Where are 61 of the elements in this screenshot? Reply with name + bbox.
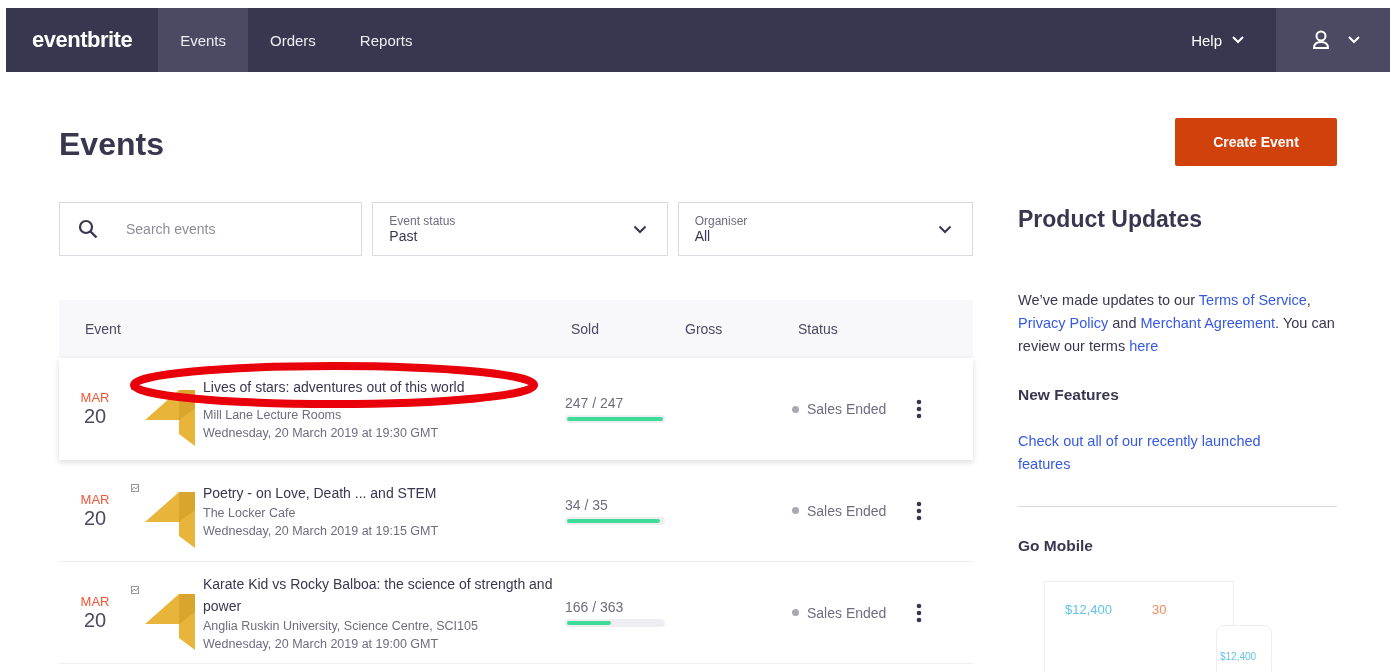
nav-tab[interactable]: Events [158,8,248,72]
event-month: MAR [80,491,110,507]
status-dot-icon [792,507,799,514]
filter-dropdown[interactable]: Event status Past [372,202,668,256]
user-icon [1312,30,1330,50]
eventbrite-logo[interactable]: eventbrite [6,8,159,72]
event-row[interactable]: MAR 20 Lives of stars: adventures out of this world Mill Lane Lecture Rooms Wednesday, 20 March 2019 at 19:30 GMT 247 / 247 Sales Ended [59,358,973,460]
sales-figure: $12,400 [1065,602,1112,618]
updates-paragraph: We’ve made updates to our Terms of Service, Privacy Policy and Merchant Agreement. You can review our terms here [1018,291,1336,356]
more-options-icon[interactable] [916,602,922,623]
event-month: MAR [80,390,110,405]
search-icon [78,219,98,239]
nav-tab[interactable]: Orders [248,8,338,72]
chevron-down-icon [1232,36,1244,44]
search-field[interactable]: Search events [59,202,363,256]
count-figure: 30 [1152,602,1167,618]
more-options-icon[interactable] [916,399,922,419]
event-venue: Anglia Ruskin University, Science Centre, SCI105 [203,617,479,635]
features-link[interactable]: Check out all of our recently launched features [1018,430,1298,476]
text-link[interactable]: Privacy Policy [1018,315,1109,331]
more-options-icon[interactable] [916,500,922,521]
status-dot-icon [792,405,799,413]
sales-figure: $12,400 [1220,651,1257,662]
status-dot-icon [792,609,799,616]
event-venue: Mill Lane Lecture Rooms [203,407,343,424]
section-heading: Go Mobile [1018,537,1094,555]
event-day: 20 [83,506,107,530]
filter-dropdown[interactable]: Organiser All [677,202,973,256]
column-header: Status [798,321,838,337]
page-title: Events [59,125,165,164]
event-day: 20 [83,608,107,632]
text-link[interactable]: here [1129,338,1159,354]
column-header: Event [85,321,122,337]
nav-tab[interactable]: Reports [337,8,435,72]
event-date: Wednesday, 20 March 2019 at 19:00 GMT [203,635,440,653]
section-heading: New Features [1018,386,1120,404]
event-row[interactable]: MAR 20 Karate Kid vs Rocky Balboa: the science of strength and power Anglia Ruskin University, Science Centre, SCI105 Wednesday, 20 March 2019 at 19:00 GMT 166 / 363 Sales Ended [59,562,973,664]
event-status: Sales Ended [807,502,887,519]
sold-count: 247 / 247 [565,395,625,411]
help-menu[interactable]: Help [1171,8,1276,72]
event-row[interactable]: MAR 20 Poetry - on Love, Death ... and STEM The Locker Cafe Wednesday, 20 March 2019 at 19:15 GMT 34 / 35 Sales Ended [59,460,973,562]
event-date: Wednesday, 20 March 2019 at 19:15 GMT [203,522,440,540]
event-date: Wednesday, 20 March 2019 at 19:30 GMT [203,425,440,442]
event-venue: The Locker Cafe [203,504,297,522]
account-menu[interactable] [1276,8,1390,72]
event-day: 20 [83,405,107,428]
event-title[interactable]: Karate Kid vs Rocky Balboa: the science of strength and power [203,572,565,617]
column-header: Sold [571,321,601,337]
sold-count: 34 / 35 [565,496,609,513]
create-event-button[interactable]: Create Event [1175,118,1337,166]
sidebar-title: Product Updates [1018,206,1204,233]
event-title[interactable]: Poetry - on Love, Death ... and STEM [203,481,437,504]
event-status: Sales Ended [807,604,887,621]
chevron-down-icon [1348,36,1360,44]
column-header: Gross [685,321,724,337]
chevron-down-icon [938,224,952,234]
sold-count: 166 / 363 [565,598,625,615]
event-month: MAR [80,593,110,609]
chevron-down-icon [632,224,647,234]
text-link[interactable]: Terms of Service [1198,292,1307,308]
event-status: Sales Ended [807,401,887,417]
